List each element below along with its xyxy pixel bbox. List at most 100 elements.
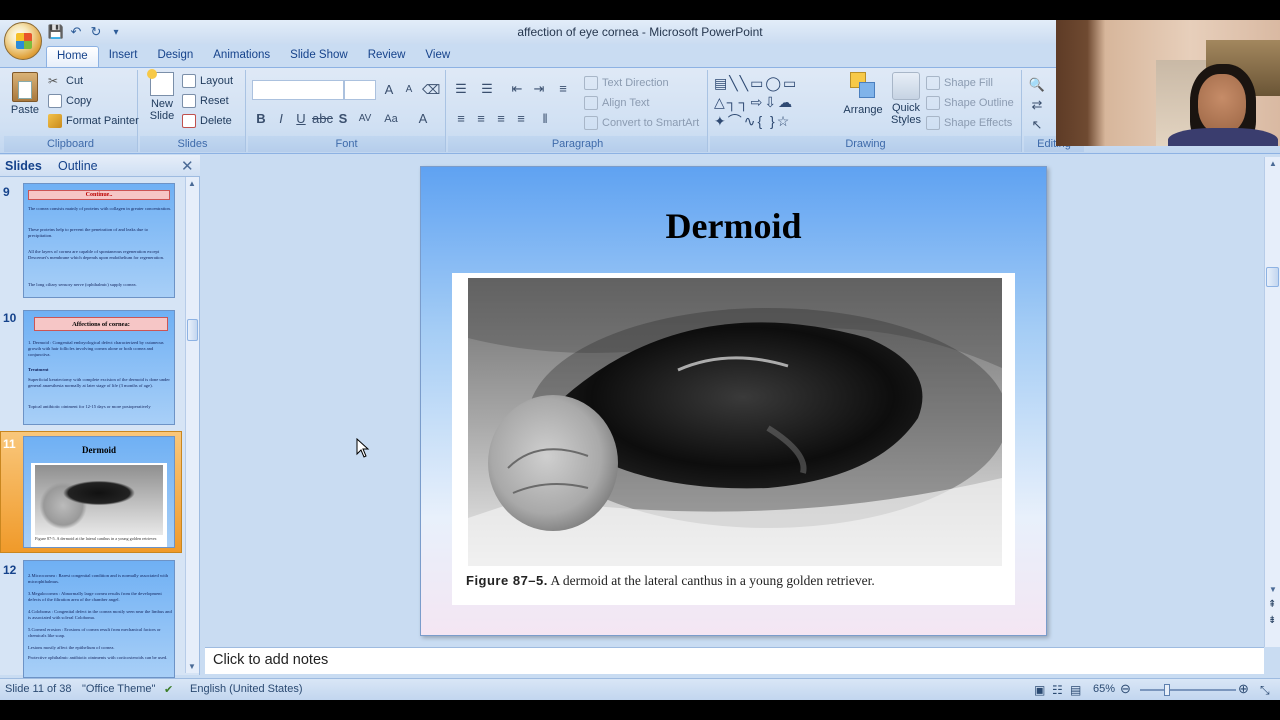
arrange-button[interactable]: Arrange: [842, 72, 884, 116]
next-slide-icon[interactable]: ⇟: [1268, 615, 1276, 626]
fit-to-window-icon[interactable]: ⤡: [1260, 683, 1270, 698]
tab-slides[interactable]: Slides: [5, 159, 42, 173]
scroll-thumb[interactable]: [187, 319, 198, 341]
slide-canvas[interactable]: Dermoid Figure 87–5. A dermoid at the la…: [420, 166, 1047, 636]
thumb-line: All the layers of cornea are capable of …: [28, 249, 165, 260]
reset-label: Reset: [200, 95, 229, 107]
scroll-thumb[interactable]: [1266, 267, 1279, 287]
scroll-up-icon[interactable]: ▲: [1269, 159, 1277, 168]
tab-outline[interactable]: Outline: [58, 159, 98, 173]
italic-icon[interactable]: I: [272, 110, 290, 128]
thumb-line: The long ciliary sensory nerve (ophthalm…: [28, 282, 137, 287]
decrease-indent-icon[interactable]: ⇤: [508, 80, 526, 98]
layout-button[interactable]: Layout: [182, 74, 233, 88]
zoom-in-icon[interactable]: ⊕: [1238, 681, 1249, 697]
tab-design[interactable]: Design: [147, 46, 203, 68]
slide-title[interactable]: Dermoid: [421, 205, 1046, 247]
justify-icon[interactable]: ≡: [512, 110, 530, 128]
slide-thumbnail-9[interactable]: Continue.. The cornea consists mainly of…: [23, 183, 175, 298]
text-direction-icon: [584, 76, 598, 90]
theme-name[interactable]: "Office Theme": [82, 683, 155, 695]
shadow-icon[interactable]: S: [334, 110, 352, 128]
notes-placeholder[interactable]: Click to add notes: [213, 652, 328, 668]
text-direction-button[interactable]: Text Direction: [584, 76, 669, 90]
zoom-out-icon[interactable]: ⊖: [1120, 681, 1131, 697]
delete-button[interactable]: Delete: [182, 114, 232, 128]
thumb-line: The cornea consists mainly of proteins w…: [28, 206, 171, 211]
align-left-icon[interactable]: ≡: [452, 110, 470, 128]
delete-slide-icon: [182, 114, 196, 128]
bold-icon[interactable]: B: [252, 110, 270, 128]
align-text-button[interactable]: Align Text: [584, 96, 650, 110]
find-icon[interactable]: 🔍: [1028, 76, 1046, 94]
dermoid-eye-photo[interactable]: [468, 278, 1002, 566]
tab-insert[interactable]: Insert: [99, 46, 148, 68]
shape-effects-button[interactable]: Shape Effects: [926, 116, 1012, 130]
line-spacing-icon[interactable]: ≡: [554, 80, 572, 98]
format-painter-button[interactable]: Format Painter: [48, 114, 139, 128]
cut-button[interactable]: ✂ Cut: [48, 74, 83, 88]
slide-number-10: 10: [3, 311, 17, 325]
thumb-line: Protective ophthalmic antibiotic ointmen…: [28, 655, 168, 660]
zoom-slider-thumb[interactable]: [1164, 684, 1170, 696]
scroll-down-icon[interactable]: ▼: [188, 662, 196, 671]
previous-slide-icon[interactable]: ⇞: [1268, 599, 1276, 610]
tab-view[interactable]: View: [415, 46, 460, 68]
drawing-group-label: Drawing: [710, 136, 1021, 152]
tab-home[interactable]: Home: [46, 46, 99, 68]
normal-view-icon[interactable]: ▣: [1034, 683, 1045, 697]
align-right-icon[interactable]: ≡: [492, 110, 510, 128]
slide-thumbnail-10[interactable]: Affections of cornea: 1. Dermoid : Conge…: [23, 310, 175, 425]
notes-pane[interactable]: Click to add notes: [205, 647, 1264, 674]
zoom-slider[interactable]: [1140, 684, 1236, 696]
convert-smartart-button[interactable]: Convert to SmartArt: [584, 116, 699, 130]
office-button[interactable]: [4, 22, 42, 60]
reset-button[interactable]: Reset: [182, 94, 229, 108]
font-size-field[interactable]: [344, 80, 376, 100]
slide-scrollbar[interactable]: ▲ ▼ ⇞ ⇟: [1264, 157, 1280, 647]
scroll-down-icon[interactable]: ▼: [1269, 585, 1277, 594]
strikethrough-icon[interactable]: abc: [312, 110, 333, 128]
slides-panel-scrollbar[interactable]: ▲ ▼: [185, 177, 199, 673]
slide-show-icon[interactable]: ▤: [1070, 683, 1081, 697]
grow-font-icon[interactable]: A: [380, 81, 398, 99]
spell-check-icon[interactable]: ✔: [164, 683, 173, 696]
format-painter-label: Format Painter: [66, 115, 139, 127]
shape-fill-button[interactable]: Shape Fill: [926, 76, 993, 90]
increase-indent-icon[interactable]: ⇥: [530, 80, 548, 98]
slides-group: New Slide Layout Reset Delete Slides: [140, 69, 246, 152]
shape-outline-button[interactable]: Shape Outline: [926, 96, 1014, 110]
new-slide-button[interactable]: New Slide: [144, 69, 180, 122]
close-pane-icon[interactable]: ✕: [181, 157, 194, 175]
columns-icon[interactable]: ‖: [536, 110, 554, 128]
tab-review[interactable]: Review: [358, 46, 416, 68]
char-spacing-icon[interactable]: AV: [356, 110, 374, 128]
shrink-font-icon[interactable]: A: [400, 81, 418, 99]
bullets-icon[interactable]: ☰: [452, 80, 470, 98]
slide-thumbnail-12[interactable]: 2.Microcornea : Rarest congenital condit…: [23, 560, 175, 678]
tab-slide-show[interactable]: Slide Show: [280, 46, 358, 68]
language[interactable]: English (United States): [190, 683, 303, 695]
shapes-gallery[interactable]: ▤╲╲▭◯▭ △┐┐⇨⇩☁ ✦⌒∿{ }☆: [714, 74, 838, 132]
copy-button[interactable]: Copy: [48, 94, 92, 108]
clear-formatting-icon[interactable]: ⌫: [422, 81, 440, 99]
tab-animations[interactable]: Animations: [203, 46, 280, 68]
thumb-line: Superficial keratectomy with complete ex…: [28, 377, 170, 388]
slide-sorter-icon[interactable]: ☷: [1052, 683, 1063, 697]
replace-icon[interactable]: ⇄: [1028, 96, 1046, 114]
thumb-line: 2.Microcornea : Rarest congenital condit…: [28, 573, 169, 584]
font-color-icon[interactable]: A: [414, 110, 432, 128]
numbering-icon[interactable]: ☰: [478, 80, 496, 98]
underline-icon[interactable]: U: [292, 110, 310, 128]
zoom-level[interactable]: 65%: [1093, 683, 1115, 695]
change-case-icon[interactable]: Aa: [382, 110, 400, 128]
slide-thumbnail-11[interactable]: Dermoid Figure 87-5. A dermoid at the la…: [23, 436, 175, 548]
reset-icon: [182, 94, 196, 108]
select-icon[interactable]: ↖: [1028, 116, 1046, 134]
font-name-field[interactable]: [252, 80, 344, 100]
paste-button[interactable]: Paste: [8, 72, 42, 116]
quick-styles-button[interactable]: Quick Styles: [886, 72, 926, 126]
figure-frame[interactable]: Figure 87–5. A dermoid at the lateral ca…: [452, 273, 1015, 605]
scroll-up-icon[interactable]: ▲: [188, 179, 196, 188]
align-center-icon[interactable]: ≡: [472, 110, 490, 128]
